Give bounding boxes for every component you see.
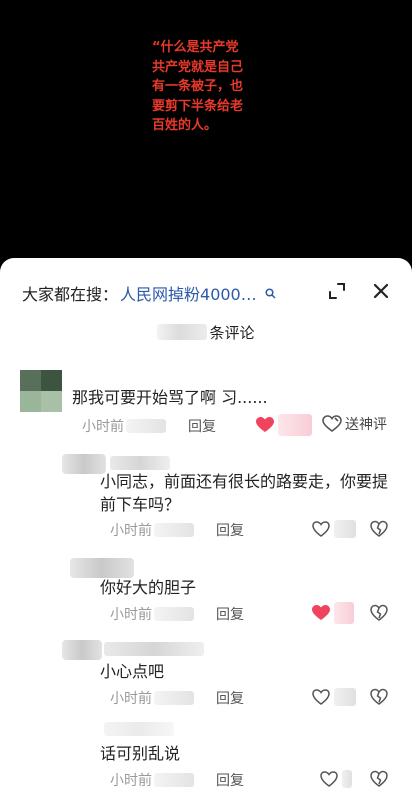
username-blurred [104,642,204,656]
comment-time: 小时前 [110,607,152,623]
like-button[interactable] [312,602,354,624]
search-icon [265,287,276,299]
comment-text: 你好大的胆子 [100,578,197,597]
heart-outline-icon [312,521,330,537]
reply-button[interactable]: 回复 [216,688,244,708]
video-caption: “什么是共产党 共产党就是自己 有一条被子，也 要剪下半条给老 百姓的人。 [152,40,244,133]
avatar[interactable] [70,558,134,578]
username-blurred [104,722,174,736]
dislike-icon[interactable] [370,770,388,788]
count-label: 条评论 [209,324,255,342]
comment-meta: 小时前 回复 [82,416,216,436]
comment-meta: 小时前 回复 [110,688,244,708]
like-button[interactable] [256,414,312,436]
comment-text: 小同志，前面还有很长的路要走，你要提前下车吗？ [100,472,389,514]
comment-count-title: 条评论 [0,322,412,343]
expand-icon[interactable] [328,282,346,300]
comment-meta: 小时前 回复 [110,604,244,624]
comment-text: 那我可要开始骂了啊 习...... [72,388,268,407]
close-icon[interactable] [372,282,390,300]
avatar[interactable] [20,370,62,412]
dislike-icon[interactable] [370,688,388,706]
dislike-icon[interactable] [370,520,388,538]
username-blurred [110,456,170,470]
like-button[interactable] [312,520,356,538]
heart-outline-icon [322,415,342,432]
heart-filled-icon [256,417,274,432]
comment-time: 小时前 [110,691,152,707]
count-blurred [157,324,208,340]
comment-time: 小时前 [110,773,152,789]
reply-button[interactable]: 回复 [216,770,244,790]
heart-outline-icon [312,689,330,705]
heart-outline-icon [320,771,338,787]
dislike-icon[interactable] [370,604,388,622]
reply-button[interactable]: 回复 [216,604,244,624]
hot-review-button[interactable]: 送神评 [322,414,387,434]
search-prefix: 大家都在搜： [22,285,119,304]
search-suggestion[interactable]: 大家都在搜： 人民网掉粉4000… [22,280,276,306]
hot-review-label: 送神评 [345,417,387,433]
comment-time: 小时前 [82,419,124,435]
comment-text: 话可别乱说 [100,744,181,763]
comment-text: 小心点吧 [100,662,165,681]
comments-sheet: 大家都在搜： 人民网掉粉4000… 条评论 那我可要开始骂了啊 习...... … [0,258,412,800]
search-term-link[interactable]: 人民网掉粉4000… [120,281,257,305]
reply-button[interactable]: 回复 [216,520,244,540]
comment-meta: 小时前 回复 [110,520,244,540]
comment-time: 小时前 [110,523,152,539]
reply-button[interactable]: 回复 [188,416,216,436]
avatar[interactable] [62,640,102,660]
comment-meta: 小时前 回复 [110,770,244,790]
like-button[interactable] [320,770,352,788]
heart-filled-icon [312,605,330,620]
like-button[interactable] [312,688,356,706]
video-area[interactable]: “什么是共产党 共产党就是自己 有一条被子，也 要剪下半条给老 百姓的人。 [0,0,412,262]
